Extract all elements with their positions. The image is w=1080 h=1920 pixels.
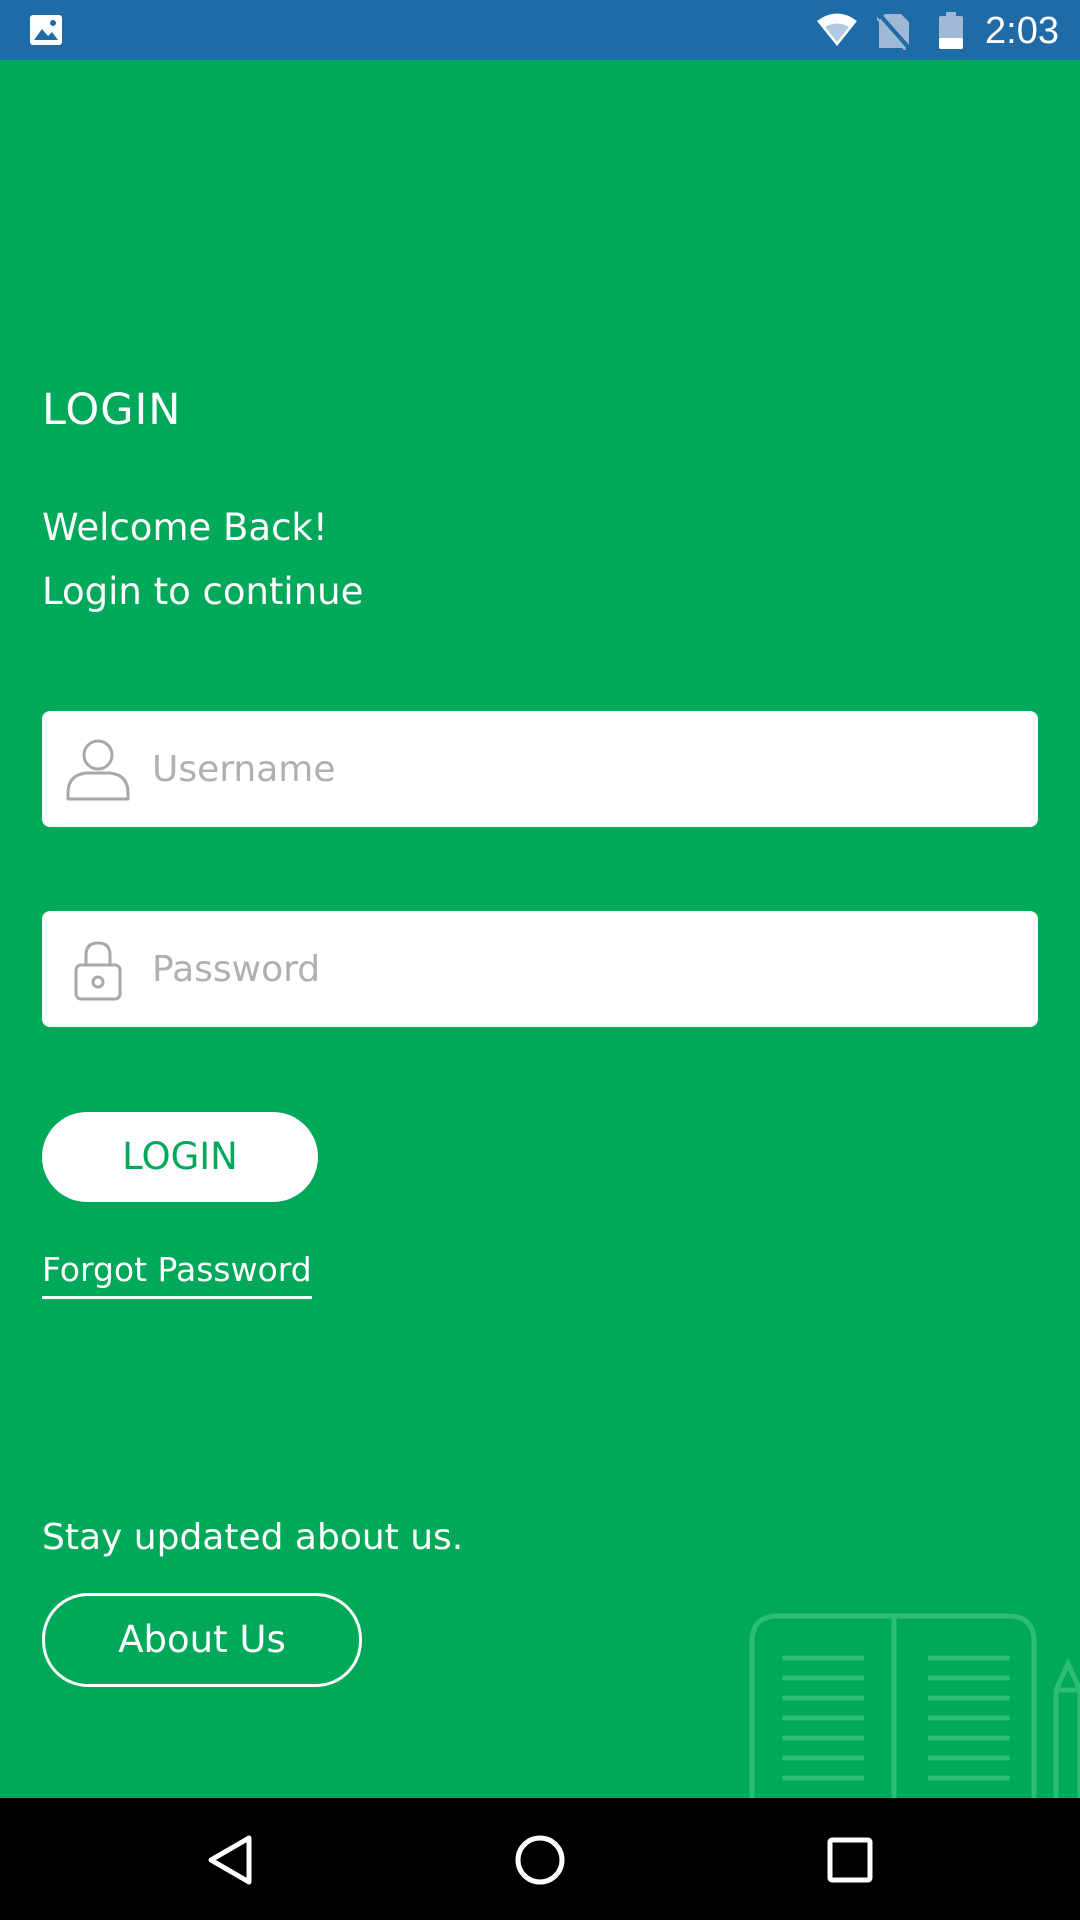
home-icon[interactable] xyxy=(513,1833,567,1887)
book-icon xyxy=(749,1613,1080,1798)
welcome-text: Welcome Back! xyxy=(42,506,328,549)
login-button[interactable]: LOGIN xyxy=(42,1112,318,1202)
lock-icon xyxy=(74,941,122,1001)
username-input[interactable] xyxy=(152,711,1012,827)
stay-updated-text: Stay updated about us. xyxy=(42,1517,464,1558)
wifi-icon xyxy=(817,13,857,46)
user-icon xyxy=(66,739,130,801)
battery-icon xyxy=(939,12,963,49)
recents-icon[interactable] xyxy=(826,1836,874,1884)
navigation-bar xyxy=(0,1798,1080,1920)
about-us-button[interactable]: About Us xyxy=(42,1593,362,1687)
no-sim-icon xyxy=(877,12,911,50)
page-title: LOGIN xyxy=(42,385,182,435)
login-screen: 2:03 LOGIN Welcome Back! Login to contin… xyxy=(0,0,1080,1920)
subtitle-text: Login to continue xyxy=(42,570,364,613)
forgot-password-link[interactable]: Forgot Password xyxy=(42,1248,312,1299)
password-field[interactable] xyxy=(42,911,1038,1027)
status-bar: 2:03 xyxy=(0,0,1080,60)
password-input[interactable] xyxy=(152,911,1012,1027)
status-time: 2:03 xyxy=(985,10,1059,52)
username-field[interactable] xyxy=(42,711,1038,827)
gallery-icon xyxy=(30,15,62,45)
back-icon[interactable] xyxy=(205,1834,257,1886)
